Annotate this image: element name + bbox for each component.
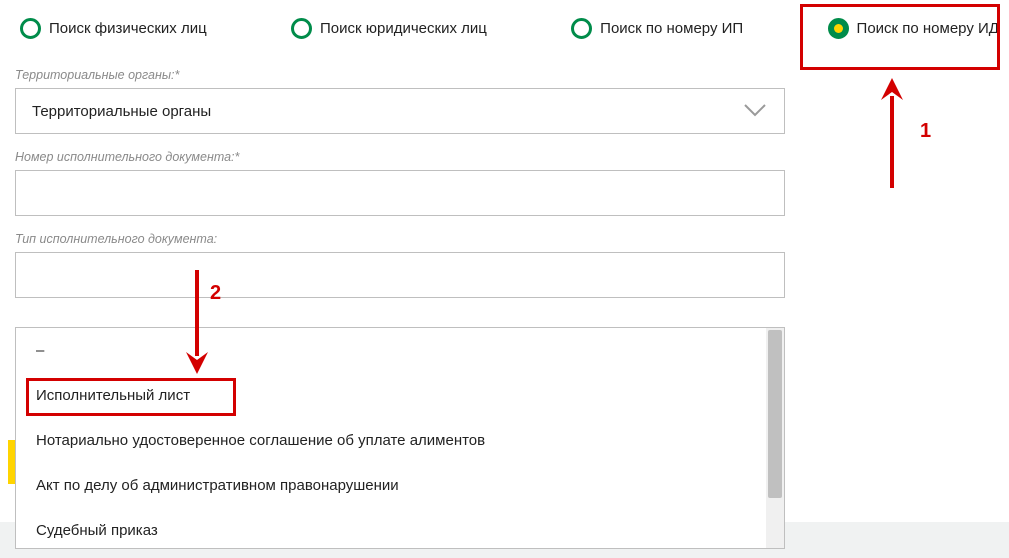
dropdown-item-empty[interactable]: –	[16, 328, 766, 373]
radio-label: Поиск юридических лиц	[320, 20, 487, 37]
docnum-label: Номер исполнительного документа:*	[15, 150, 785, 164]
radio-icon	[571, 18, 592, 39]
radio-legal-entities[interactable]: Поиск юридических лиц	[291, 18, 487, 39]
radio-label: Поиск по номеру ИП	[600, 20, 743, 37]
search-mode-radios: Поиск физических лиц Поиск юридических л…	[20, 18, 999, 39]
radio-icon	[828, 18, 849, 39]
dropdown-items: – Исполнительный лист Нотариально удосто…	[16, 328, 766, 548]
radio-icon	[20, 18, 41, 39]
doctype-field-group: Тип исполнительного документа:	[15, 232, 785, 298]
radio-label: Поиск физических лиц	[49, 20, 207, 37]
dropdown-item-notarial[interactable]: Нотариально удостоверенное соглашение об…	[16, 418, 766, 463]
chevron-down-icon	[744, 104, 766, 118]
territory-select[interactable]: Территориальные органы	[15, 88, 785, 134]
dropdown-item-sudebny-prikaz[interactable]: Судебный приказ	[16, 508, 766, 549]
territory-field-group: Территориальные органы:* Территориальные…	[15, 68, 785, 134]
territory-label: Территориальные органы:*	[15, 68, 785, 82]
doctype-input[interactable]	[15, 252, 785, 298]
radio-label: Поиск по номеру ИД	[857, 20, 999, 37]
radio-icon	[291, 18, 312, 39]
doctype-dropdown: – Исполнительный лист Нотариально удосто…	[15, 327, 785, 549]
scrollbar-thumb[interactable]	[768, 330, 782, 498]
annotation-arrow-1	[877, 78, 907, 188]
dropdown-item-ispolnitelny-list[interactable]: Исполнительный лист	[16, 373, 766, 418]
radio-by-ip[interactable]: Поиск по номеру ИП	[571, 18, 743, 39]
dropdown-item-admin[interactable]: Акт по делу об административном правонар…	[16, 463, 766, 508]
docnum-field-group: Номер исполнительного документа:*	[15, 150, 785, 216]
radio-by-id[interactable]: Поиск по номеру ИД	[828, 18, 999, 39]
docnum-input[interactable]	[15, 170, 785, 216]
doctype-label: Тип исполнительного документа:	[15, 232, 785, 246]
territory-value: Территориальные органы	[32, 103, 211, 120]
annotation-number-1: 1	[920, 120, 931, 143]
search-form: Территориальные органы:* Территориальные…	[15, 68, 785, 298]
dropdown-scrollbar[interactable]	[766, 328, 784, 548]
radio-individuals[interactable]: Поиск физических лиц	[20, 18, 207, 39]
